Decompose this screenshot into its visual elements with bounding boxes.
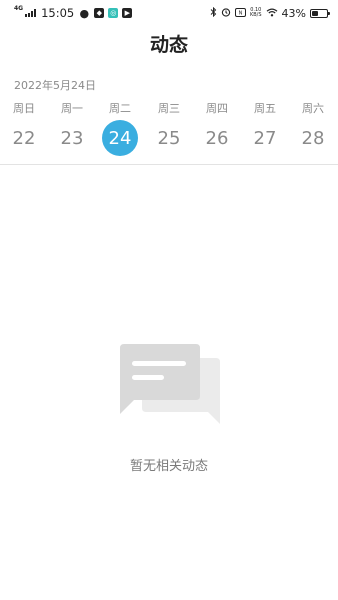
status-bar: 4G 15:05 ● ◆ ◎ ▶ N 0.10 KB/S 43% — [0, 0, 338, 26]
day-cell[interactable]: 23 — [54, 120, 90, 156]
weekday-label: 周日 — [13, 102, 35, 115]
battery-fill — [312, 10, 319, 16]
net-speed: 0.10 KB/S — [250, 8, 262, 18]
chat-bubbles-icon — [116, 340, 222, 430]
day-cell[interactable]: 26 — [199, 120, 235, 156]
app-notification-icon: ◆ — [94, 8, 105, 18]
signal-icon — [25, 9, 37, 17]
day-cell[interactable]: 27 — [247, 120, 283, 156]
network-type: 4G — [14, 5, 24, 12]
weekday-label: 周四 — [206, 102, 228, 115]
status-bar-left: 4G 15:05 ● ◆ ◎ ▶ — [14, 5, 133, 20]
day-cell[interactable]: 22 — [6, 120, 42, 156]
weekday-label: 周六 — [302, 102, 324, 115]
divider — [0, 164, 338, 165]
day-cell-selected[interactable]: 24 — [102, 120, 138, 156]
day-cell[interactable]: 25 — [151, 120, 187, 156]
nfc-icon: N — [234, 7, 246, 20]
day-row: 22 23 24 25 26 27 28 — [0, 120, 338, 160]
week-calendar: 周日 周一 周二 周三 周四 周五 周六 22 23 24 25 26 27 2… — [0, 100, 338, 160]
weekday-label: 周三 — [158, 102, 180, 115]
svg-text:N: N — [239, 10, 243, 16]
status-bar-right: N 0.10 KB/S 43% — [210, 6, 330, 20]
play-app-icon: ▶ — [122, 8, 133, 18]
battery-icon — [310, 8, 330, 18]
battery-percent: 43% — [281, 6, 306, 20]
alarm-icon — [221, 7, 231, 20]
wifi-icon — [266, 7, 278, 20]
empty-state-message: 暂无相关动态 — [129, 459, 208, 474]
chat-app-icon: ◎ — [108, 8, 119, 18]
wechat-icon: ● — [79, 6, 90, 20]
page-title: 动态 — [149, 34, 188, 56]
bluetooth-icon — [210, 6, 217, 20]
weekday-label: 周二 — [109, 102, 131, 115]
day-cell[interactable]: 28 — [295, 120, 331, 156]
weekday-header-row: 周日 周一 周二 周三 周四 周五 周六 — [0, 100, 338, 116]
weekday-label: 周一 — [61, 102, 83, 115]
weekday-label: 周五 — [254, 102, 276, 115]
current-date-label: 2022年5月24日 — [14, 79, 96, 92]
net-speed-unit: KB/S — [249, 12, 262, 18]
clock: 15:05 — [41, 6, 75, 20]
